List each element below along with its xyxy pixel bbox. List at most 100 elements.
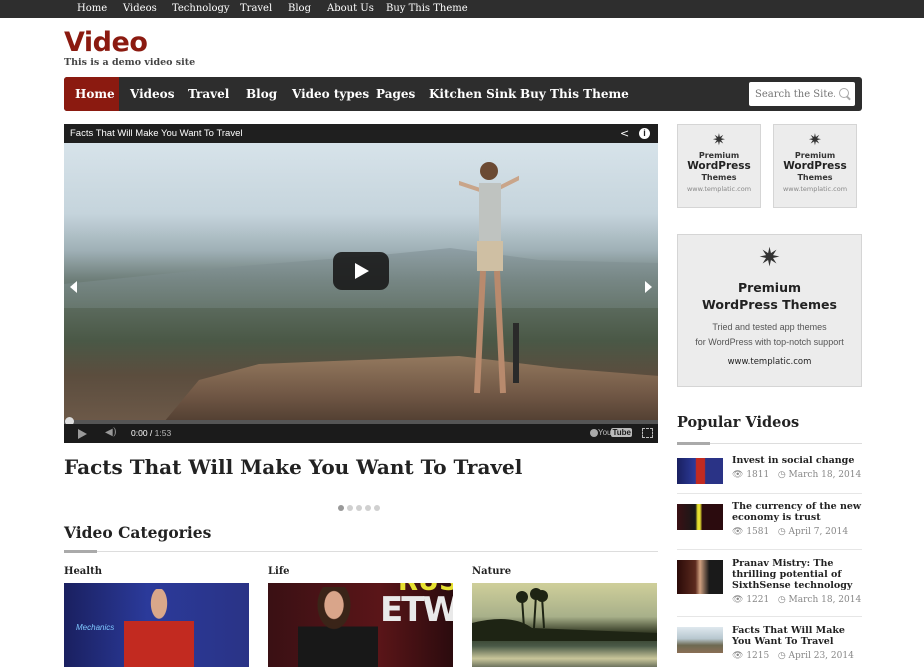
video-categories-heading: Video Categories [64,523,212,542]
next-slide-arrow[interactable] [645,281,652,293]
category-label-nature[interactable]: Nature [472,566,511,577]
popular-video-item[interactable]: Pranav Mistry: The thrilling potential o… [677,558,862,608]
player-controls: ◀) 0:00 / 1:53 YouTube [64,424,658,443]
video-thumbnail[interactable] [677,627,723,653]
search-icon[interactable] [839,88,849,98]
fullscreen-icon[interactable] [642,428,653,438]
ad-banner-small-2[interactable]: ✷ Premium WordPress Themes www.templatic… [773,124,857,208]
popular-videos-heading: Popular Videos [677,414,800,431]
play-icon[interactable] [78,429,87,439]
player-title[interactable]: Facts That Will Make You Want To Travel [70,128,242,139]
views-icon: 👁 [732,651,744,661]
publish-date: April 7, 2014 [788,527,849,537]
view-count: 1811 [746,470,770,480]
top-nav-blog[interactable]: Blog [288,3,311,14]
category-label-life[interactable]: Life [268,566,290,577]
video-title[interactable]: Invest in social change [732,455,862,466]
view-count: 1581 [746,527,770,537]
video-meta: 👁 1811 ◷ March 18, 2014 [732,470,861,480]
main-nav-videos[interactable]: Videos [130,77,174,111]
main-nav: Home Videos Travel Blog Video types Page… [64,77,862,111]
ad-line: WordPress [687,160,751,172]
prev-slide-arrow[interactable] [70,281,77,293]
palm-silhouette [472,588,657,641]
publish-date: April 23, 2014 [788,651,854,661]
ad-banner-large[interactable]: ✷ Premium WordPress Themes Tried and tes… [677,234,862,387]
slider-dot[interactable] [365,505,371,511]
main-nav-buy-theme[interactable]: Buy This Theme [520,77,629,111]
video-title[interactable]: Facts That Will Make You Want To Travel [732,625,862,647]
ad-line: Themes [797,173,833,182]
top-nav-videos[interactable]: Videos [123,3,157,14]
templatic-logo-icon: ✷ [758,243,781,273]
main-nav-pages[interactable]: Pages [376,77,415,111]
divider-accent [64,550,97,553]
video-title[interactable]: The currency of the new economy is trust [732,501,862,523]
top-nav-technology[interactable]: Technology [172,3,230,14]
templatic-logo-icon: ✷ [808,130,822,149]
play-button[interactable] [333,252,389,290]
volume-icon[interactable]: ◀) [105,427,117,438]
category-thumb-life[interactable]: RUS ETW [268,583,453,667]
slider-dot[interactable] [347,505,353,511]
speaker-figure [298,587,378,667]
top-nav-bar: Home Videos Technology Travel Blog About… [0,0,924,18]
thumb-caption: Mechanics [76,623,115,632]
settings-icon[interactable] [590,429,598,437]
popular-video-item[interactable]: Facts That Will Make You Want To Travel … [677,625,862,667]
top-nav-buy-theme[interactable]: Buy This Theme [386,3,468,14]
scenery-rock [159,356,658,428]
video-meta: 👁 1581 ◷ April 7, 2014 [732,527,848,537]
ad-url: www.templatic.com [686,185,752,193]
popular-video-item[interactable]: Invest in social change 👁 1811 ◷ March 1… [677,455,862,495]
main-nav-kitchen-sink[interactable]: Kitchen Sink [429,77,516,111]
popular-video-item[interactable]: The currency of the new economy is trust… [677,501,862,545]
category-label-health[interactable]: Health [64,566,102,577]
main-nav-travel[interactable]: Travel [188,77,229,111]
slider-dot[interactable] [356,505,362,511]
site-logo[interactable]: Video [64,26,148,60]
video-thumbnail[interactable] [677,560,723,594]
search-input[interactable] [749,82,835,107]
ad-line: Premium [794,151,836,160]
divider [677,616,862,617]
share-icon[interactable]: < [620,127,632,140]
video-player[interactable]: Facts That Will Make You Want To Travel … [64,124,658,443]
youtube-label: You [597,428,612,437]
view-count: 1221 [746,595,770,605]
views-icon: 👁 [732,470,744,480]
top-nav-travel[interactable]: Travel [240,3,272,14]
info-icon[interactable]: i [639,128,650,139]
views-icon: 👁 [732,527,744,537]
top-nav-about-us[interactable]: About Us [327,3,374,14]
ad-desc-line: Tried and tested app themes [712,322,827,332]
video-thumbnail[interactable] [677,458,723,484]
main-nav-home[interactable]: Home [64,77,119,111]
category-thumb-nature[interactable] [472,583,657,667]
main-nav-blog[interactable]: Blog [246,77,277,111]
ad-line: Premium [737,280,802,295]
templatic-logo-icon: ✷ [712,130,726,149]
duration: 1:53 [154,428,172,438]
video-title[interactable]: Pranav Mistry: The thrilling potential o… [732,558,862,591]
search-box [749,82,855,107]
ad-line: WordPress Themes [702,297,837,312]
video-thumbnail[interactable] [677,504,723,530]
views-icon: 👁 [732,595,744,605]
divider [677,549,862,550]
ad-line: Themes [701,173,737,182]
youtube-logo[interactable]: YouTube [598,428,632,437]
ad-banner-small-1[interactable]: ✷ Premium WordPress Themes www.templatic… [677,124,761,208]
category-thumb-health[interactable]: Mechanics [64,583,249,667]
main-nav-video-types[interactable]: Video types [292,77,369,111]
slider-dot[interactable] [338,505,344,511]
featured-post-title[interactable]: Facts That Will Make You Want To Travel [64,455,522,479]
ad-url: www.templatic.com [782,185,848,193]
clock-icon: ◷ [777,470,786,480]
slider-dot[interactable] [374,505,380,511]
ad-url: www.templatic.com [727,357,812,367]
top-nav-home[interactable]: Home [77,3,107,14]
publish-date: March 18, 2014 [788,595,862,605]
site-tagline: This is a demo video site [64,57,196,68]
ad-description: Tried and tested app themes for WordPress… [678,320,861,350]
